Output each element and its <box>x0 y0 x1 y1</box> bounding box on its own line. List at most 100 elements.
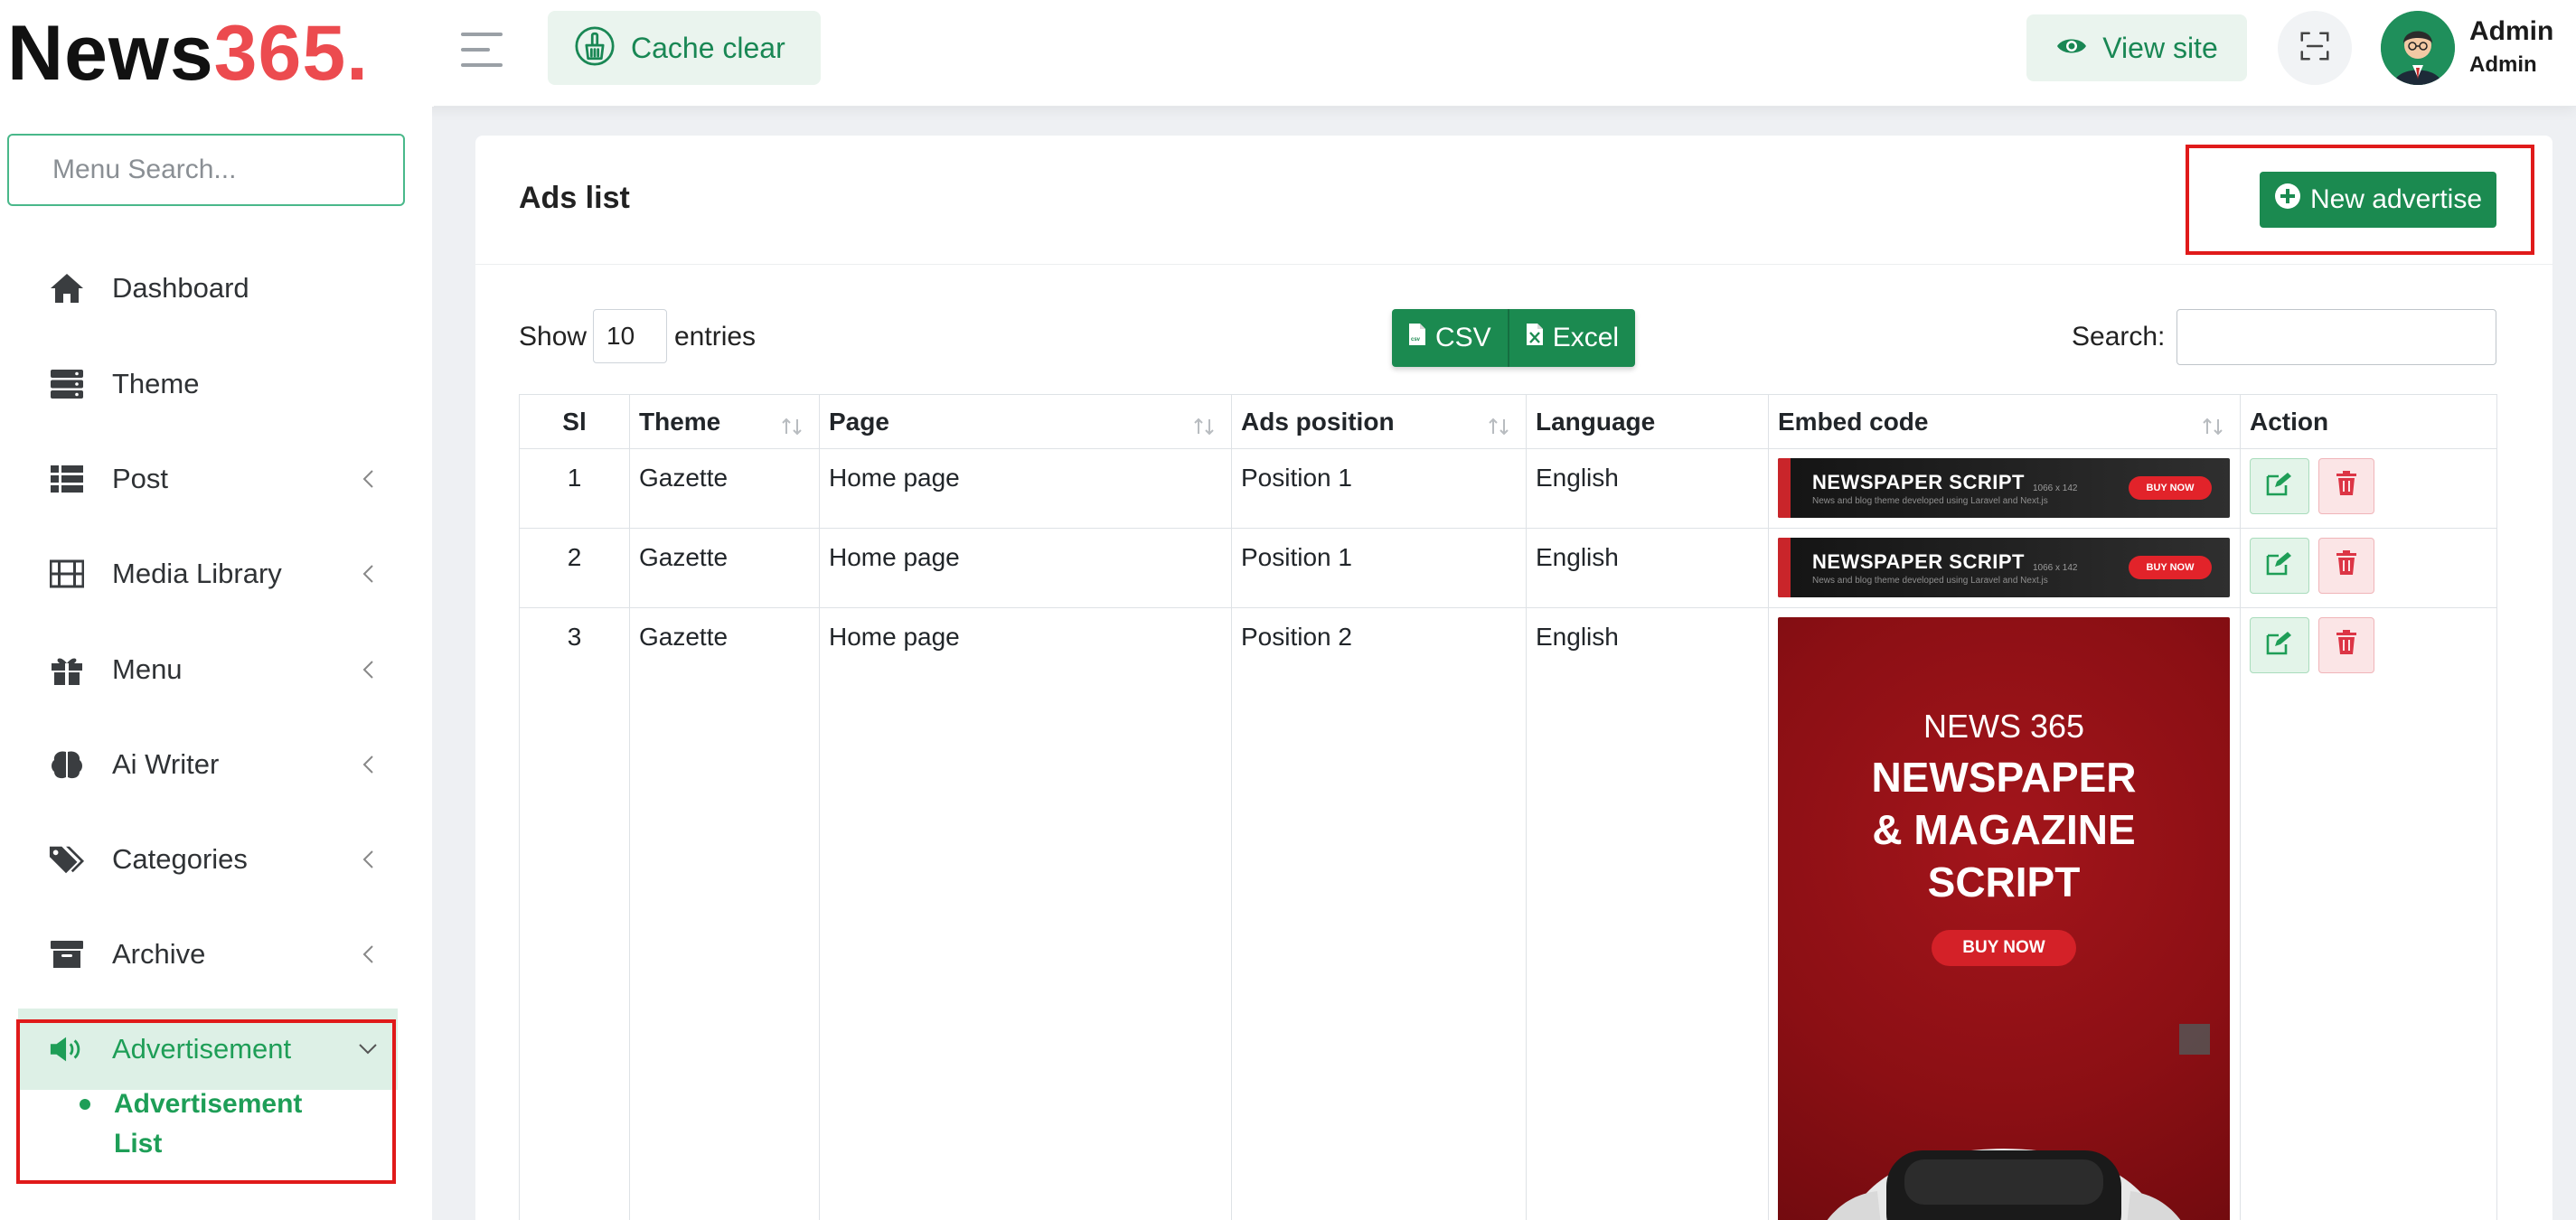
sidebar-item-archive[interactable]: Archive <box>18 914 398 995</box>
chevron-left-icon <box>358 469 378 489</box>
column-header-page[interactable]: Page <box>819 394 1232 449</box>
csv-label: CSV <box>1435 323 1491 352</box>
excel-file-icon <box>1526 323 1544 353</box>
vr-headset-illustration <box>1827 1149 2181 1220</box>
sidebar-item-theme[interactable]: Theme <box>18 343 398 425</box>
poster-buy-button: BUY NOW <box>1932 930 2076 966</box>
chevron-left-icon <box>358 944 378 964</box>
logo[interactable]: News365. <box>0 0 434 107</box>
ad-banner-image[interactable]: NEWSPAPER SCRIPT News and blog theme dev… <box>1778 458 2230 518</box>
film-icon <box>49 556 85 592</box>
table-row: 1 Gazette Home page Position 1 English N… <box>519 448 2497 529</box>
bullet-icon <box>80 1099 90 1110</box>
sidebar-item-label: Advertisement <box>112 1033 292 1065</box>
cell-page: Home page <box>819 528 1232 608</box>
top-header: News365. Cache clear View site Admin Adm… <box>0 0 2576 107</box>
logo-text-news: News <box>7 10 214 97</box>
cell-action <box>2240 607 2497 1220</box>
megaphone-icon <box>49 1031 85 1067</box>
tags-icon <box>49 841 85 877</box>
trash-icon <box>2336 470 2357 502</box>
excel-export-button[interactable]: Excel <box>1507 309 1636 367</box>
column-header-ads-position[interactable]: Ads position <box>1231 394 1527 449</box>
sidebar-item-dashboard[interactable]: Dashboard <box>18 248 398 329</box>
trash-icon <box>2336 629 2357 662</box>
column-header-embed-code[interactable]: Embed code <box>1768 394 2241 449</box>
column-header-theme[interactable]: Theme <box>629 394 820 449</box>
plus-circle-icon <box>2274 183 2301 217</box>
user-role: Admin <box>2469 52 2537 77</box>
cell-embed-code: NEWSPAPER SCRIPT News and blog theme dev… <box>1768 448 2241 529</box>
menu-search-input[interactable] <box>7 134 405 206</box>
edit-button[interactable] <box>2250 617 2309 673</box>
column-header-language[interactable]: Language <box>1526 394 1769 449</box>
banner-size: 1066 x 142 <box>2033 563 2078 573</box>
sidebar-item-post[interactable]: Post <box>18 438 398 520</box>
search-label: Search: <box>2072 322 2166 352</box>
ads-table: Sl Theme Page Ads position Language Embe… <box>519 394 2497 1220</box>
sidebar-item-label: Dashboard <box>112 272 249 304</box>
sidebar-item-label: Menu <box>112 653 183 685</box>
delete-button[interactable] <box>2318 617 2374 673</box>
chevron-left-icon <box>358 564 378 584</box>
cell-action <box>2240 448 2497 529</box>
column-header-sl[interactable]: Sl <box>519 394 630 449</box>
sort-icon <box>1193 413 1217 442</box>
csv-export-button[interactable]: csv CSV <box>1392 309 1508 367</box>
broom-icon <box>575 25 615 70</box>
home-icon <box>49 270 85 306</box>
cell-ads-position: Position 2 <box>1231 607 1527 1220</box>
delete-button[interactable] <box>2318 538 2374 594</box>
cell-language: English <box>1526 528 1769 608</box>
cell-action <box>2240 528 2497 608</box>
view-site-label: View site <box>2102 31 2218 64</box>
banner-subtitle: News and blog theme developed using Lara… <box>1812 496 2048 506</box>
sidebar-item-menu[interactable]: Menu <box>18 629 398 710</box>
poster-headline-3: SCRIPT <box>1927 859 2081 906</box>
ad-poster-image[interactable]: NEWS 365 NEWSPAPER & MAGAZINE SCRIPT BUY… <box>1778 617 2230 1220</box>
page-size-select[interactable]: 10 <box>593 309 667 363</box>
banner-subtitle: News and blog theme developed using Lara… <box>1812 576 2048 586</box>
page-title: Ads list <box>519 181 630 215</box>
poster-headline-2: & MAGAZINE <box>1872 806 2136 853</box>
cell-page: Home page <box>819 448 1232 529</box>
archive-icon <box>49 936 85 972</box>
avatar[interactable] <box>2381 11 2455 85</box>
new-advertise-button[interactable]: New advertise <box>2260 172 2496 228</box>
eye-icon <box>2055 35 2088 61</box>
user-name[interactable]: Admin <box>2469 16 2553 47</box>
sidebar-toggle-icon[interactable] <box>461 33 503 67</box>
fullscreen-icon <box>2298 29 2332 68</box>
list-icon <box>49 461 85 497</box>
cell-language: English <box>1526 607 1769 1220</box>
cell-language: English <box>1526 448 1769 529</box>
sidebar-item-advertisement[interactable]: Advertisement <box>18 1009 398 1090</box>
edit-button[interactable] <box>2250 538 2309 594</box>
ad-banner-image[interactable]: NEWSPAPER SCRIPT News and blog theme dev… <box>1778 538 2230 597</box>
sidebar-item-label: Theme <box>112 368 200 399</box>
sidebar-item-label: Ai Writer <box>112 748 220 780</box>
entries-label: entries <box>674 322 757 352</box>
logo-text-365: 365. <box>213 10 370 97</box>
gift-icon <box>49 652 85 688</box>
excel-label: Excel <box>1552 323 1620 352</box>
edit-button[interactable] <box>2250 458 2309 514</box>
sidebar-item-media-library[interactable]: Media Library <box>18 533 398 615</box>
table-search-input[interactable] <box>2176 309 2496 365</box>
fullscreen-button[interactable] <box>2278 11 2352 85</box>
edit-icon <box>2266 630 2293 662</box>
cache-clear-label: Cache clear <box>631 31 785 64</box>
chevron-left-icon <box>358 755 378 774</box>
cache-clear-button[interactable]: Cache clear <box>548 11 821 85</box>
sidebar-item-ai-writer[interactable]: Ai Writer <box>18 724 398 805</box>
edit-icon <box>2266 550 2293 582</box>
show-label: Show <box>519 322 588 352</box>
delete-button[interactable] <box>2318 458 2374 514</box>
sidebar-item-categories[interactable]: Categories <box>18 819 398 900</box>
chevron-left-icon <box>358 660 378 680</box>
sidebar-subitem-advertisement-list[interactable]: Advertisement List <box>80 1084 349 1164</box>
trash-icon <box>2336 549 2357 582</box>
view-site-button[interactable]: View site <box>2026 14 2247 81</box>
card-divider <box>475 264 2552 265</box>
cell-sl: 1 <box>519 448 630 529</box>
